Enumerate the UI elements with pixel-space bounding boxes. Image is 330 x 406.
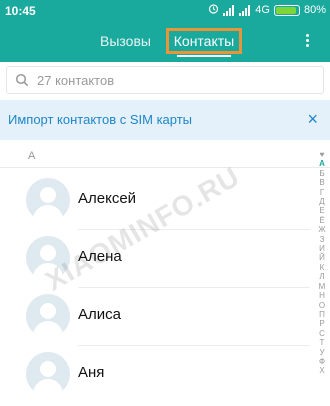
import-sim-label: Импорт контактов с SIM карты — [8, 112, 193, 127]
contact-name: Алексей — [78, 190, 137, 207]
search-input[interactable]: 27 контактов — [6, 66, 324, 94]
alphabet-letter[interactable]: О — [316, 301, 328, 310]
alphabet-letter[interactable]: М — [316, 282, 328, 291]
contact-name: Алиса — [78, 306, 121, 323]
more-menu-icon[interactable] — [306, 34, 310, 49]
status-bar: 10:45 4G 80% — [0, 0, 330, 22]
tab-contacts[interactable]: Контакты — [166, 28, 242, 54]
contact-name: Аня — [78, 364, 105, 381]
alphabet-letter[interactable]: Д — [316, 197, 328, 206]
tab-calls[interactable]: Вызовы — [100, 30, 151, 52]
contact-row[interactable]: Аня — [0, 346, 310, 404]
close-icon[interactable]: × — [307, 109, 318, 130]
alphabet-letter[interactable]: А — [316, 159, 328, 168]
alphabet-letter[interactable]: Ж — [316, 225, 328, 234]
favorites-index-icon[interactable]: ♥ — [316, 150, 328, 159]
app-bar: Вызовы Контакты — [0, 22, 330, 62]
alphabet-letter[interactable]: Й — [316, 253, 328, 262]
battery-percent: 80% — [303, 4, 326, 16]
alphabet-letter[interactable]: Г — [316, 188, 328, 197]
network-type: 4G — [255, 4, 270, 16]
alphabet-letter[interactable]: Б — [316, 169, 328, 178]
alphabet-letter[interactable]: Х — [316, 366, 328, 375]
alphabet-letter[interactable]: З — [316, 235, 328, 244]
avatar — [26, 178, 70, 222]
alphabet-letter[interactable]: Р — [316, 319, 328, 328]
search-placeholder: 27 контактов — [37, 73, 115, 88]
alphabet-letter[interactable]: Ф — [316, 357, 328, 366]
alphabet-letter[interactable]: Т — [316, 338, 328, 347]
section-header: А — [28, 150, 36, 162]
alphabet-letter[interactable]: Е — [316, 206, 328, 215]
import-sim-banner[interactable]: Импорт контактов с SIM карты × — [0, 100, 330, 140]
alarm-icon — [208, 3, 219, 17]
status-time: 10:45 — [5, 4, 36, 18]
alphabet-letter[interactable]: Л — [316, 272, 328, 281]
status-icons: 4G 80% — [208, 3, 326, 17]
active-tab-indicator — [177, 55, 231, 57]
signal-icon — [223, 4, 235, 16]
avatar — [26, 294, 70, 338]
alphabet-letter[interactable]: В — [316, 178, 328, 187]
contact-row[interactable]: Алиса — [0, 288, 310, 346]
signal-icon-2 — [239, 4, 251, 16]
alphabet-letter[interactable]: С — [316, 329, 328, 338]
alphabet-index[interactable]: ♥ А Б В Г Д Е Ё Ж З И Й К Л М Н О П Р С Т У Ф Х — [316, 150, 328, 376]
alphabet-letter[interactable]: Ё — [316, 216, 328, 225]
alphabet-letter[interactable]: Н — [316, 291, 328, 300]
search-icon — [15, 73, 29, 92]
section-divider — [0, 167, 330, 168]
avatar — [26, 352, 70, 396]
alphabet-letter[interactable]: П — [316, 310, 328, 319]
alphabet-letter[interactable]: У — [316, 348, 328, 357]
alphabet-letter[interactable]: К — [316, 263, 328, 272]
battery-icon — [273, 4, 300, 16]
alphabet-letter[interactable]: И — [316, 244, 328, 253]
